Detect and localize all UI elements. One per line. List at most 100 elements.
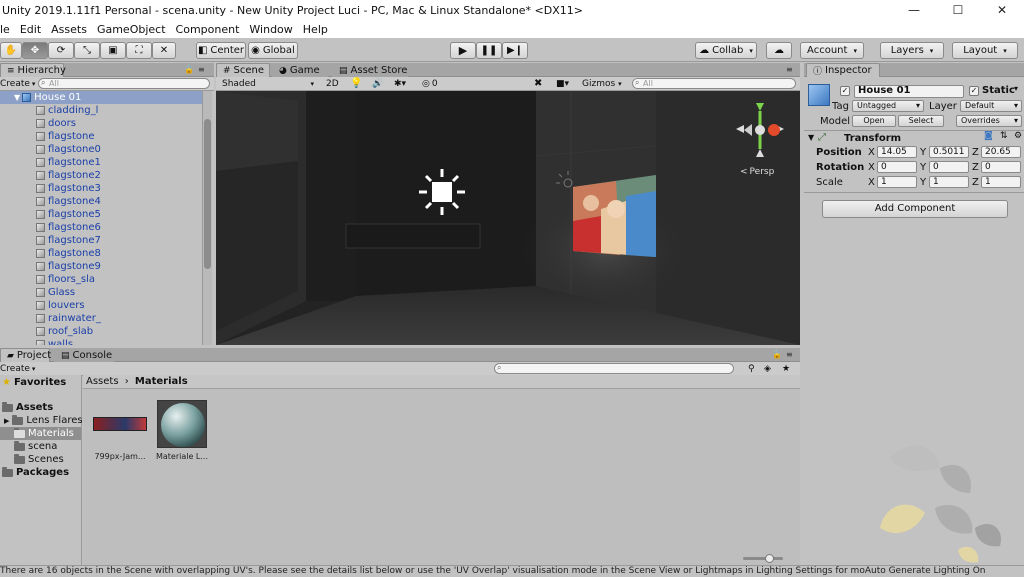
hierarchy-item[interactable]: flagstone0 xyxy=(36,143,101,156)
favorites-item[interactable]: ★ Favorites xyxy=(2,376,66,389)
breadcrumb-assets[interactable]: Assets xyxy=(86,376,119,387)
folder-lens-flares[interactable]: ▶ Lens Flares xyxy=(4,414,83,427)
overrides-dropdown[interactable]: Overrides xyxy=(956,115,1022,127)
panel-menu-icon[interactable]: ≡ xyxy=(786,348,793,362)
hierarchy-item[interactable]: doors xyxy=(36,117,76,130)
layer-dropdown[interactable]: Default xyxy=(960,100,1022,112)
audio-toggle-icon[interactable]: 🔊 xyxy=(372,79,383,89)
hierarchy-item[interactable]: louvers xyxy=(36,299,85,312)
tag-dropdown[interactable]: Untagged xyxy=(852,100,924,112)
collapse-arrow-icon[interactable]: ▶ xyxy=(4,417,9,425)
expand-arrow-icon[interactable]: ▼ xyxy=(14,93,20,102)
position-z-field[interactable]: 20.65 xyxy=(981,146,1021,158)
project-search-input[interactable] xyxy=(494,363,734,374)
panel-menu-icon[interactable]: ≡ xyxy=(198,63,205,77)
hierarchy-item[interactable]: flagstone9 xyxy=(36,260,101,273)
open-model-button[interactable]: Open xyxy=(852,115,896,127)
rotation-x-field[interactable]: 0 xyxy=(877,161,917,173)
asset-label[interactable]: 799px-Jam... xyxy=(89,452,151,461)
hierarchy-item[interactable]: flagstone2 xyxy=(36,169,101,182)
play-button[interactable]: ▶ xyxy=(450,42,476,59)
scale-y-field[interactable]: 1 xyxy=(929,176,969,188)
help-icon[interactable]: ◙ xyxy=(984,131,993,141)
persp-label[interactable]: < Persp xyxy=(740,167,774,177)
menu-help[interactable]: Help xyxy=(298,23,333,36)
lock-icon[interactable]: 🔒 xyxy=(772,348,782,362)
menu-gameobject[interactable]: GameObject xyxy=(92,23,171,36)
add-component-button[interactable]: Add Component xyxy=(822,200,1008,218)
hierarchy-item[interactable]: roof_slab xyxy=(36,325,93,338)
minimize-button[interactable]: — xyxy=(892,0,936,20)
active-checkbox[interactable]: ✓ xyxy=(840,86,850,96)
slider-handle[interactable] xyxy=(765,554,774,563)
menu-component[interactable]: Component xyxy=(171,23,245,36)
tab-inspector[interactable]: ⓘ Inspector xyxy=(806,63,880,77)
tab-game[interactable]: ◕ Game xyxy=(272,63,328,77)
tab-hierarchy[interactable]: ≡ Hierarchy xyxy=(0,63,66,77)
packages-folder[interactable]: Packages xyxy=(2,466,69,479)
folder-materials[interactable]: Materials xyxy=(0,427,81,440)
presets-icon[interactable]: ⇅ xyxy=(1000,131,1008,141)
hierarchy-item[interactable]: flagstone3 xyxy=(36,182,101,195)
scene-view[interactable]: < Persp xyxy=(216,91,800,345)
scale-z-field[interactable]: 1 xyxy=(981,176,1021,188)
maximize-button[interactable]: ☐ xyxy=(936,0,980,20)
texture-thumbnail[interactable] xyxy=(93,417,147,431)
custom-tool-button[interactable]: ✕ xyxy=(152,42,176,59)
pivot-global-button[interactable]: ◉ Global xyxy=(248,42,298,59)
hierarchy-scroll-thumb[interactable] xyxy=(204,119,211,269)
tab-scene[interactable]: # Scene xyxy=(216,63,270,77)
pause-button[interactable]: ❚❚ xyxy=(476,42,502,59)
panel-menu-icon[interactable]: ≡ xyxy=(786,63,793,77)
folder-scenes[interactable]: Scenes xyxy=(14,453,64,466)
menu-file[interactable]: le xyxy=(0,23,15,36)
thumbnail-size-slider[interactable] xyxy=(743,554,783,563)
hierarchy-search-input[interactable]: All xyxy=(38,78,210,89)
rotation-z-field[interactable]: 0 xyxy=(981,161,1021,173)
hierarchy-item[interactable]: flagstone1 xyxy=(36,156,101,169)
hierarchy-item[interactable]: flagstone5 xyxy=(36,208,101,221)
hierarchy-item[interactable]: flagstone6 xyxy=(36,221,101,234)
hierarchy-create-dropdown[interactable]: Create ▾ xyxy=(0,79,35,89)
move-tool-button[interactable]: ✥ xyxy=(22,42,48,59)
menu-assets[interactable]: Assets xyxy=(46,23,92,36)
assets-folder[interactable]: Assets xyxy=(2,401,53,414)
hierarchy-item[interactable]: flagstone xyxy=(36,130,95,143)
hierarchy-item[interactable]: rainwater_ xyxy=(36,312,101,325)
layers-dropdown[interactable]: Layers ▾ xyxy=(880,42,944,59)
hierarchy-item[interactable]: floors_sla xyxy=(36,273,95,286)
hierarchy-scrollbar[interactable] xyxy=(202,91,212,345)
account-dropdown[interactable]: Account ▾ xyxy=(800,42,864,59)
scale-x-field[interactable]: 1 xyxy=(877,176,917,188)
rotate-tool-button[interactable]: ⟳ xyxy=(48,42,74,59)
cloud-button[interactable]: ☁ xyxy=(766,42,792,59)
transform-tool-button[interactable]: ⛶ xyxy=(126,42,152,59)
select-model-button[interactable]: Select xyxy=(898,115,944,127)
camera-dropdown-icon[interactable]: ■▾ xyxy=(556,79,569,89)
hierarchy-item[interactable]: flagstone7 xyxy=(36,234,101,247)
lighting-toggle-icon[interactable]: 💡 xyxy=(350,78,362,89)
position-x-field[interactable]: 14.05 xyxy=(877,146,917,158)
gizmos-dropdown[interactable]: Gizmos ▾ xyxy=(582,79,622,89)
effects-dropdown-icon[interactable]: ✱▾ xyxy=(394,79,406,89)
menu-window[interactable]: Window xyxy=(244,23,297,36)
mode-2d-toggle[interactable]: 2D xyxy=(326,79,339,89)
folder-scena[interactable]: scena xyxy=(14,440,57,453)
static-checkbox[interactable]: ✓ xyxy=(969,86,979,96)
filter-type-icon[interactable]: ⚲ xyxy=(748,364,755,374)
hierarchy-item[interactable]: walls xyxy=(36,338,73,345)
breadcrumb-materials[interactable]: Materials xyxy=(135,376,188,387)
status-message[interactable]: There are 16 objects in the Scene with o… xyxy=(0,566,865,576)
scene-search-input[interactable]: All xyxy=(632,78,796,89)
collab-button[interactable]: ☁ Collab ▾ xyxy=(695,42,757,59)
favorite-star-icon[interactable]: ★ xyxy=(782,364,790,374)
material-thumbnail[interactable] xyxy=(157,400,207,448)
foldout-arrow-icon[interactable]: ▼ xyxy=(808,133,814,142)
hand-tool-button[interactable]: ✋ xyxy=(0,42,22,59)
lock-icon[interactable]: 🔒 xyxy=(184,63,194,77)
shading-mode-dropdown[interactable]: Shaded ▾ xyxy=(222,79,314,89)
tab-console[interactable]: ▤ Console xyxy=(54,348,114,362)
hidden-objects-counter[interactable]: ◎ 0 xyxy=(422,79,438,89)
hierarchy-item[interactable]: flagstone8 xyxy=(36,247,101,260)
tools-icon[interactable]: ✖ xyxy=(534,78,542,89)
